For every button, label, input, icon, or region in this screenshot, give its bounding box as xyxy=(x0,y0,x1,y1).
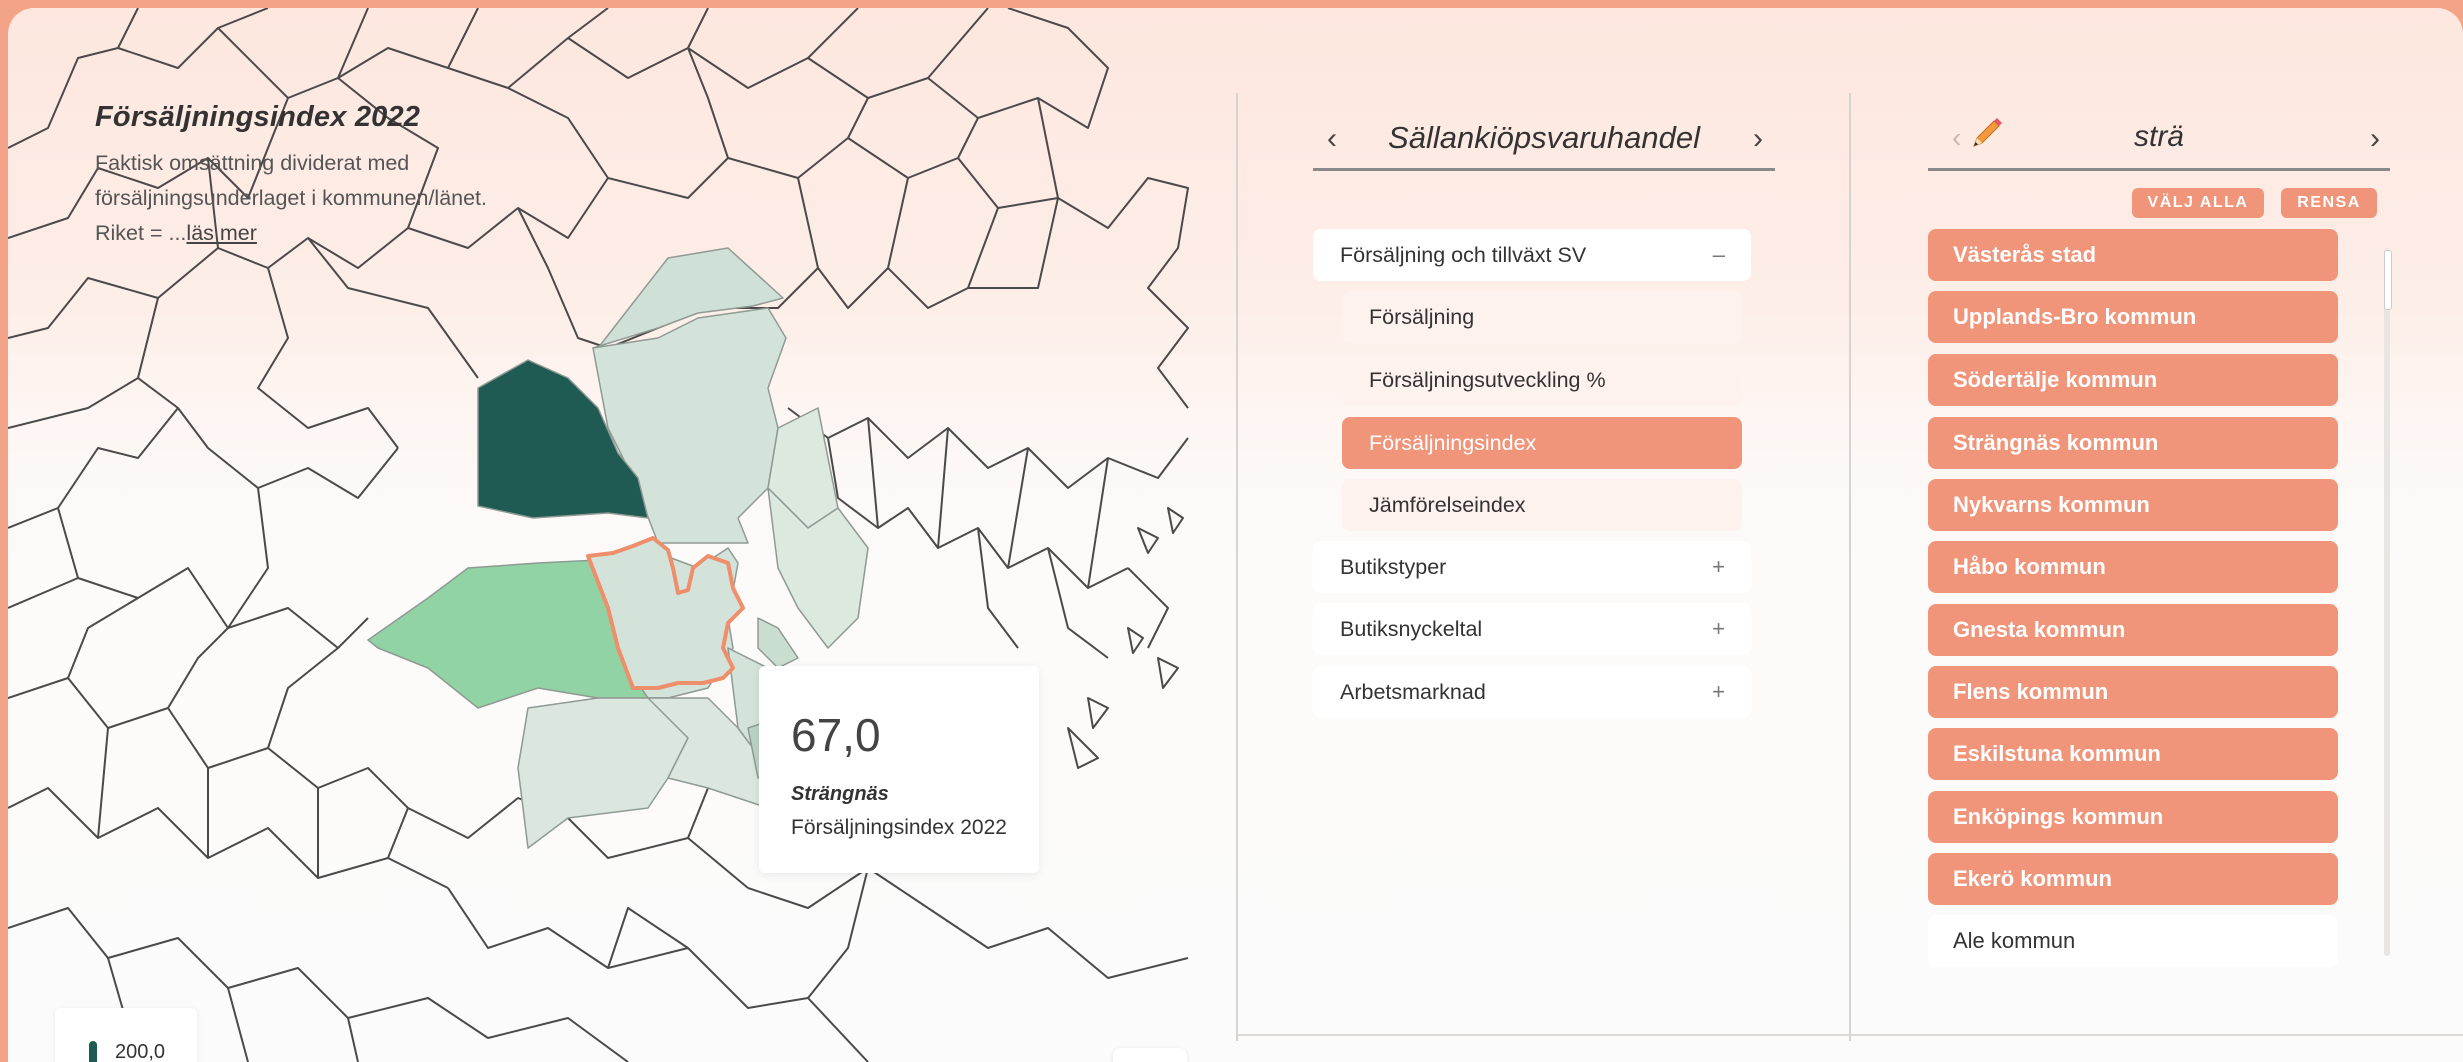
scrollbar-track[interactable] xyxy=(2384,248,2390,956)
menu-group-butikstyper[interactable]: Butikstyper + xyxy=(1313,541,1751,593)
divider-bottom xyxy=(1238,1034,2463,1036)
menu-item-label: Butikstyper xyxy=(1340,555,1447,579)
municipality-item[interactable]: Flens kommun xyxy=(1928,666,2338,718)
tooltip-metric: Försäljningsindex 2022 xyxy=(791,816,1007,839)
clear-button[interactable]: RENSA xyxy=(2281,188,2377,218)
municipality-item[interactable]: Eskilstuna kommun xyxy=(1928,728,2338,780)
map-description: Faktisk omsättning dividerat med försälj… xyxy=(95,146,495,251)
tooltip-value: 67,0 xyxy=(791,709,881,761)
municipality-item[interactable]: Västerås stad xyxy=(1928,229,2338,281)
select-all-button[interactable]: VÄLJ ALLA xyxy=(2132,188,2264,218)
map-area: Försäljningsindex 2022 Faktisk omsättnin… xyxy=(8,8,1236,1062)
municipality-item[interactable]: Upplands-Bro kommun xyxy=(1928,291,2338,343)
menu-group-butiksnyckeltal[interactable]: Butiksnyckeltal + xyxy=(1313,603,1751,655)
municipality-item[interactable]: Södertälje kommun xyxy=(1928,354,2338,406)
menu-group-forsaljning-tillvaxt[interactable]: Försäljning och tillväxt SV – xyxy=(1313,229,1751,281)
municipality-item[interactable]: Ekerö kommun xyxy=(1928,853,2338,905)
collapse-icon[interactable]: – xyxy=(1713,229,1725,281)
chevron-right-icon[interactable]: › xyxy=(1753,122,1763,156)
menu-item-label: Försäljningsindex xyxy=(1369,431,1537,455)
map-legend: 200,0 xyxy=(55,1008,197,1062)
menu-group-arbetsmarknad[interactable]: Arbetsmarknad + xyxy=(1313,666,1751,718)
municipality-search[interactable]: ‹ strä › xyxy=(1928,108,2390,171)
legend-color-bar xyxy=(89,1041,97,1062)
municipality-item[interactable]: Håbo kommun xyxy=(1928,541,2338,593)
legend-max-label: 200,0 xyxy=(115,1041,166,1062)
read-more-link[interactable]: läs mer xyxy=(186,221,256,245)
map-title: Försäljningsindex 2022 xyxy=(95,101,421,133)
municipality-item[interactable]: Nykvarns kommun xyxy=(1928,479,2338,531)
map-description-text: Faktisk omsättning dividerat med försälj… xyxy=(95,151,488,245)
category-title: Sällankiöpsvaruhandel xyxy=(1388,120,1700,155)
municipality-item[interactable]: Strängnäs kommun xyxy=(1928,417,2338,469)
menu-item-jamforelseindex[interactable]: Jämförelseindex xyxy=(1342,479,1742,531)
scrollbar-thumb[interactable] xyxy=(2384,250,2392,310)
map-zoom-control[interactable] xyxy=(1113,1048,1187,1062)
menu-item-label: Jämförelseindex xyxy=(1369,493,1526,517)
menu-item-label: Försäljning och tillväxt SV xyxy=(1340,243,1587,267)
map-tooltip: 67,0 Strängnäs Försäljningsindex 2022 xyxy=(759,666,1039,873)
expand-icon[interactable]: + xyxy=(1712,541,1725,593)
municipality-item[interactable]: Enköpings kommun xyxy=(1928,791,2338,843)
menu-item-label: Försäljningsutveckling % xyxy=(1369,368,1606,392)
chevron-right-icon[interactable]: › xyxy=(2370,122,2380,156)
app-frame: Försäljningsindex 2022 Faktisk omsättnin… xyxy=(8,8,2463,1062)
expand-icon[interactable]: + xyxy=(1712,603,1725,655)
menu-item-label: Försäljning xyxy=(1369,305,1475,329)
menu-item-forsaljning[interactable]: Försäljning xyxy=(1342,291,1742,343)
menu-item-forsaljningsindex[interactable]: Försäljningsindex xyxy=(1342,417,1742,469)
menu-item-forsaljningsutveckling[interactable]: Försäljningsutveckling % xyxy=(1342,354,1742,406)
menu-item-label: Arbetsmarknad xyxy=(1340,680,1486,704)
expand-icon[interactable]: + xyxy=(1712,666,1725,718)
divider-panels xyxy=(1849,93,1851,1041)
divider-map-panel xyxy=(1236,93,1238,1041)
category-selector: ‹ Sällankiöpsvaruhandel › xyxy=(1313,108,1775,171)
search-query: strä xyxy=(2133,120,2184,153)
municipality-item[interactable]: Ale kommun xyxy=(1928,915,2338,967)
municipality-item[interactable]: Gnesta kommun xyxy=(1928,604,2338,656)
tooltip-region-name: Strängnäs xyxy=(791,783,889,805)
menu-item-label: Butiksnyckeltal xyxy=(1340,617,1483,641)
